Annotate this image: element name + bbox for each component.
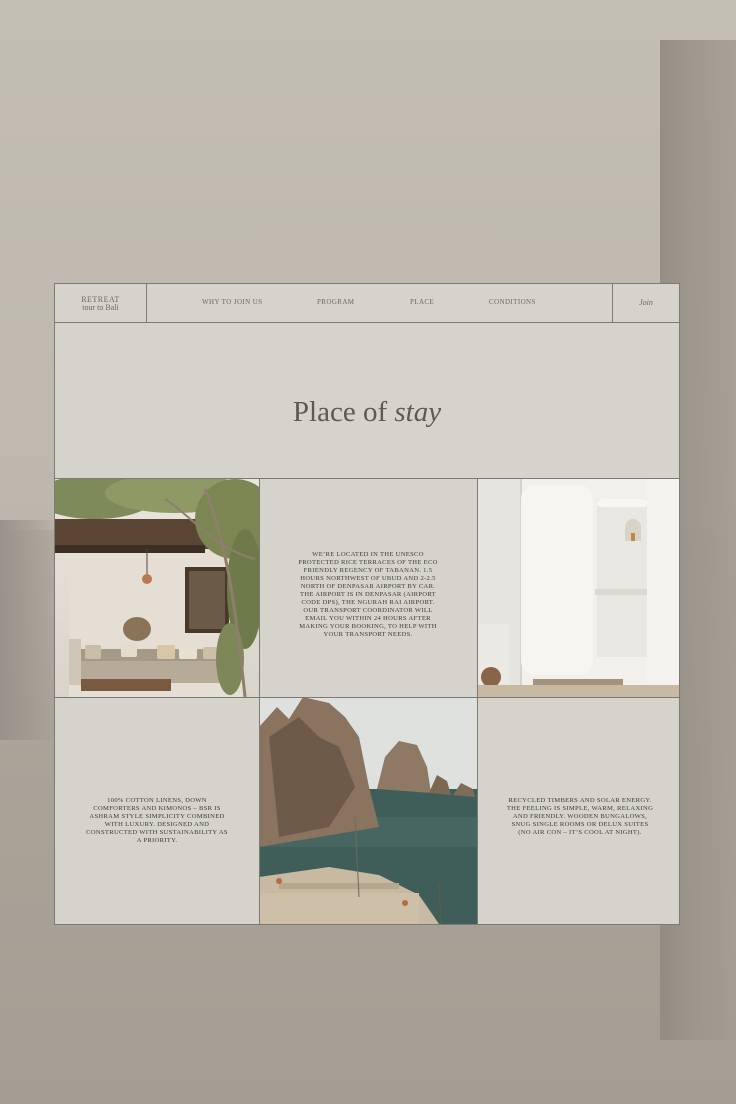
- page-title: Place of stay: [55, 395, 679, 429]
- nav-link-conditions[interactable]: CONDITIONS: [489, 298, 536, 306]
- nav-link-place[interactable]: PLACE: [410, 298, 434, 306]
- timbers-description: Recycled timbers and solar energy. The f…: [506, 797, 654, 836]
- terrace-lounge-photo: [55, 479, 259, 697]
- location-text-cell: We’re located in the UNESCO protected ri…: [259, 479, 477, 697]
- grid-divider: [259, 479, 260, 924]
- brand-logo[interactable]: RETREAT tour to Bali: [55, 284, 147, 322]
- background-shadow: [0, 520, 60, 740]
- timbers-text-cell: Recycled timbers and solar energy. The f…: [477, 697, 679, 924]
- top-navigation: RETREAT tour to Bali WHY TO JOIN US PROG…: [55, 284, 679, 323]
- nav-link-program[interactable]: PROGRAM: [317, 298, 354, 306]
- linens-description: 100% cotton linens, down comforters and …: [86, 797, 228, 844]
- coastal-rocks-illustration: [259, 697, 477, 924]
- linens-text-cell: 100% cotton linens, down comforters and …: [55, 697, 259, 924]
- join-button[interactable]: Join: [612, 284, 679, 322]
- brand-subtitle: tour to Bali: [82, 303, 119, 312]
- location-description: We’re located in the UNESCO protected ri…: [298, 551, 438, 638]
- page-title-italic: stay: [394, 396, 442, 428]
- grid-divider: [477, 479, 478, 924]
- white-bathroom-photo: [477, 479, 679, 697]
- page-title-plain: Place of: [292, 396, 395, 428]
- website-mockup: RETREAT tour to Bali WHY TO JOIN US PROG…: [54, 283, 680, 925]
- hero-section: Place of stay: [55, 323, 679, 479]
- coastal-rocks-photo: [259, 697, 477, 924]
- grid-divider: [55, 697, 679, 698]
- nav-link-why-join[interactable]: WHY TO JOIN US: [202, 298, 263, 306]
- white-bathroom-illustration: [477, 479, 679, 697]
- terrace-lounge-illustration: [55, 479, 259, 697]
